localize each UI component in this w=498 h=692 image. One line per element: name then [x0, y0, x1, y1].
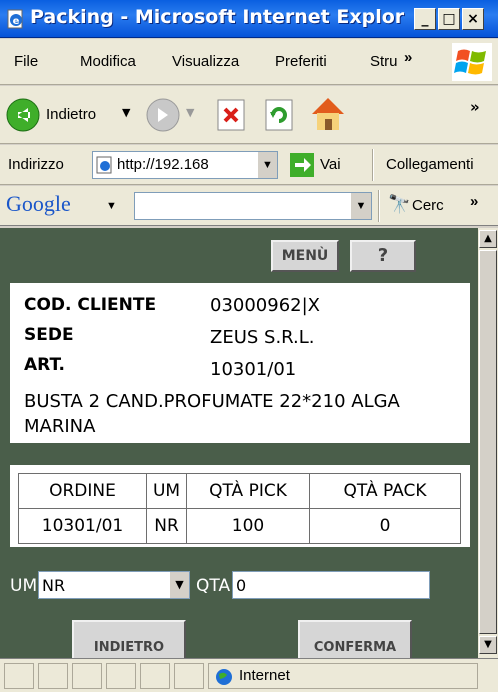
chevron-down-icon[interactable]: ▼ [351, 193, 371, 219]
chevron-down-icon[interactable]: ▼ [257, 152, 277, 178]
address-label: Indirizzo [8, 156, 64, 173]
menu-button[interactable]: MENÙ [271, 240, 339, 272]
forward-arrow-icon[interactable] [146, 98, 180, 132]
window-title: Packing - Microsoft Internet Explore... [30, 6, 405, 28]
address-url: http://192.168 [117, 156, 209, 173]
help-button[interactable]: ? [350, 240, 416, 272]
menu-visualizza[interactable]: Visualizza [172, 53, 239, 70]
svg-text:e: e [13, 16, 20, 27]
chevron-down-icon[interactable]: ▼ [169, 572, 189, 598]
menu-modifica[interactable]: Modifica [80, 53, 136, 70]
cell-um: NR [146, 508, 187, 544]
close-button[interactable]: × [462, 8, 484, 30]
google-logo-text: Google [6, 191, 71, 216]
back-label[interactable]: Indietro [46, 106, 96, 123]
google-search-input[interactable]: ▼ [134, 192, 372, 220]
status-pane [140, 663, 170, 689]
menu-file[interactable]: File [14, 53, 38, 70]
table-header-row: ORDINE UM QTÀ PICK QTÀ PACK [18, 473, 461, 509]
stop-icon[interactable] [214, 98, 248, 132]
google-menu-dropdown-icon[interactable]: ▼ [106, 200, 117, 212]
status-pane [72, 663, 102, 689]
site-value: ZEUS S.R.L. [210, 327, 315, 348]
status-pane [106, 663, 136, 689]
um-select[interactable]: NR ▼ [38, 571, 190, 599]
window-titlebar: e Packing - Microsoft Internet Explore..… [0, 0, 498, 38]
status-pane [38, 663, 68, 689]
column-header-um: UM [146, 473, 187, 509]
forward-dropdown-icon[interactable]: ▼ [186, 106, 194, 119]
order-table: ORDINE UM QTÀ PICK QTÀ PACK 10301/01 NR … [18, 473, 461, 544]
globe-icon [216, 669, 232, 685]
windows-logo-icon [452, 43, 492, 81]
google-search-button[interactable]: Cerc [412, 197, 444, 214]
vertical-scrollbar[interactable]: ▲ ▼ [478, 228, 498, 658]
status-bar: Internet [0, 658, 498, 692]
divider [378, 190, 380, 222]
menu-bar: File Modifica Visualizza Preferiti Stru … [0, 39, 498, 85]
menu-more-chevron[interactable]: » [404, 49, 412, 66]
scroll-up-icon[interactable]: ▲ [479, 230, 497, 248]
cell-ordine: 10301/01 [18, 508, 147, 544]
ie-page-icon: e [7, 9, 23, 29]
back-dropdown-icon[interactable]: ▼ [122, 106, 130, 119]
article-info-panel: COD. CLIENTE 03000962|X SEDE ZEUS S.R.L.… [10, 283, 470, 443]
um-select-value: NR [42, 576, 66, 595]
um-label: UM [10, 576, 38, 596]
go-arrow-icon[interactable] [290, 153, 314, 177]
article-value: 10301/01 [210, 359, 297, 380]
menu-strumenti[interactable]: Stru [370, 53, 398, 70]
qta-input[interactable]: 0 [232, 571, 430, 599]
zone-label: Internet [239, 667, 290, 684]
links-button[interactable]: Collegamenti [386, 156, 474, 173]
divider [372, 149, 374, 181]
qta-label: QTA [196, 576, 231, 596]
column-header-qta-pack: QTÀ PACK [309, 473, 461, 509]
binoculars-icon: 🔭 [388, 194, 411, 214]
column-header-qta-pick: QTÀ PICK [186, 473, 310, 509]
back-page-button[interactable]: INDIETRO [72, 620, 186, 658]
address-bar: Indirizzo http://192.168 ▼ Vai Collegame… [0, 145, 498, 185]
page-content: MENÙ ? COD. CLIENTE 03000962|X SEDE ZEUS… [0, 228, 478, 658]
scroll-thumb[interactable] [479, 250, 497, 634]
cell-qta-pick: 100 [186, 508, 310, 544]
column-header-ordine: ORDINE [18, 473, 147, 509]
customer-code-label: COD. CLIENTE [24, 295, 157, 315]
status-pane [4, 663, 34, 689]
home-icon[interactable] [308, 94, 348, 134]
cell-qta-pack: 0 [309, 508, 461, 544]
maximize-button[interactable]: □ [438, 8, 460, 30]
status-pane [174, 663, 204, 689]
ie-page-icon [96, 156, 112, 174]
google-toolbar: Google ▼ ▼ 🔭 Cerc » [0, 186, 498, 226]
customer-code-value: 03000962|X [210, 295, 321, 316]
zone-pane: Internet [208, 663, 478, 689]
google-more-chevron[interactable]: » [470, 193, 478, 210]
toolbar-more-chevron[interactable]: » [470, 98, 480, 116]
back-arrow-icon[interactable] [6, 98, 40, 132]
scroll-down-icon[interactable]: ▼ [479, 636, 497, 654]
confirm-button[interactable]: CONFERMA [298, 620, 412, 658]
article-description: BUSTA 2 CAND.PROFUMATE 22*210 ALGA MARIN… [24, 391, 400, 437]
address-input[interactable]: http://192.168 ▼ [92, 151, 278, 179]
qta-input-value: 0 [236, 576, 247, 595]
article-label: ART. [24, 355, 65, 375]
go-button[interactable]: Vai [320, 156, 341, 173]
site-label: SEDE [24, 325, 74, 345]
navigation-toolbar: Indietro ▼ ▼ » [0, 86, 498, 144]
refresh-icon[interactable] [262, 98, 296, 132]
google-logo[interactable]: Google [6, 191, 71, 217]
minimize-button[interactable]: _ [414, 8, 436, 30]
table-row: 10301/01 NR 100 0 [18, 508, 461, 544]
menu-preferiti[interactable]: Preferiti [275, 53, 327, 70]
